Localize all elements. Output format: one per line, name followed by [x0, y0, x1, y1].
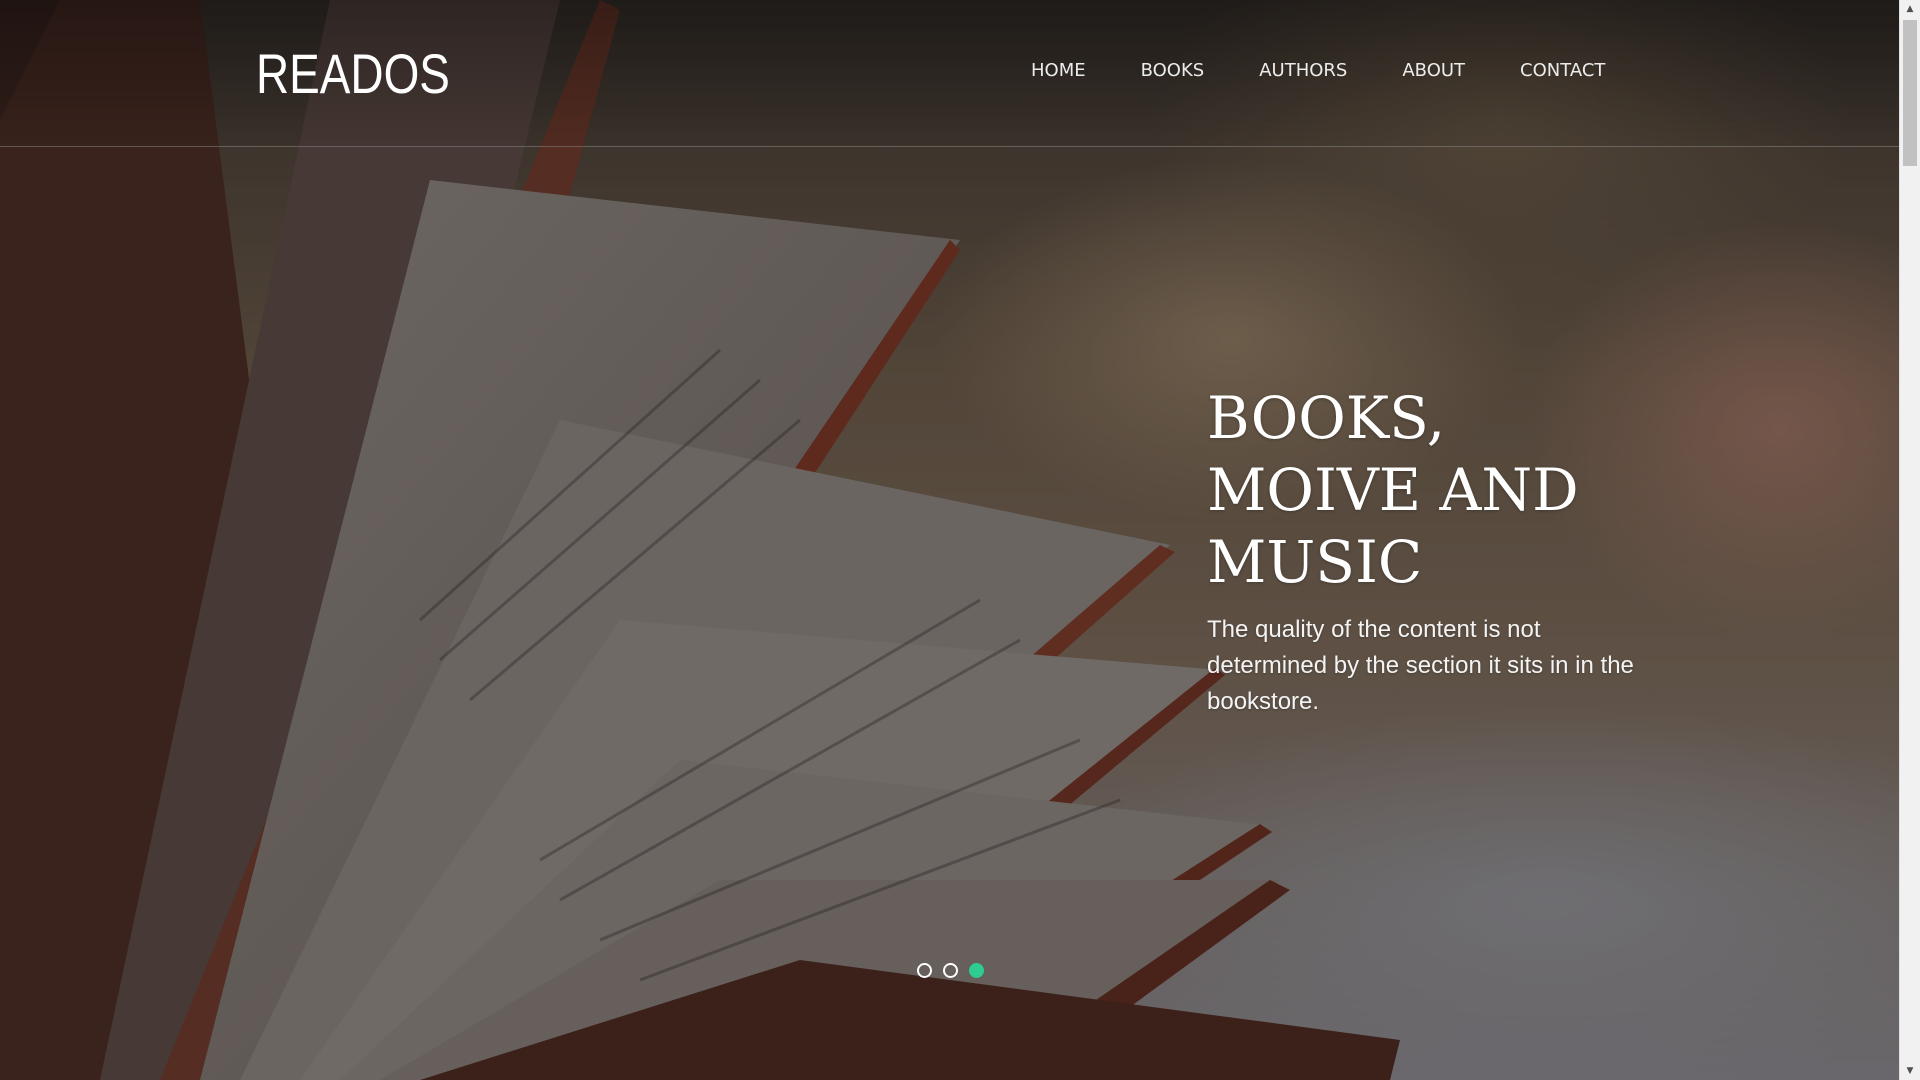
nav-link-contact[interactable]: CONTACT — [1520, 58, 1605, 84]
scrollbar-thumb[interactable] — [1903, 20, 1917, 166]
vertical-scrollbar[interactable]: ▲ ▼ — [1899, 0, 1920, 1080]
nav-link-authors[interactable]: AUTHORS — [1259, 58, 1347, 84]
slider-dot-2[interactable] — [943, 963, 958, 978]
slider-dot-3-active[interactable] — [969, 963, 984, 978]
nav-link-books[interactable]: BOOKS — [1141, 58, 1205, 84]
site-logo[interactable]: READOS — [256, 40, 450, 108]
site-header: READOS HOME BOOKS AUTHORS ABOUT CONTACT — [0, 0, 1900, 147]
browser-viewport: READOS HOME BOOKS AUTHORS ABOUT CONTACT … — [0, 0, 1920, 1080]
hero-caption: BOOKS, MOIVE AND MUSIC The quality of th… — [1207, 382, 1647, 720]
hero-title: BOOKS, MOIVE AND MUSIC — [1207, 384, 1579, 596]
main-nav: HOME BOOKS AUTHORS ABOUT CONTACT — [1031, 58, 1605, 84]
slider-dot-1[interactable] — [917, 963, 932, 978]
nav-link-home[interactable]: HOME — [1031, 58, 1086, 84]
slider-pagination — [917, 963, 984, 978]
hero-subtitle: The quality of the content is not determ… — [1207, 616, 1634, 715]
chevron-up-icon[interactable]: ▲ — [1900, 0, 1920, 18]
chevron-down-icon[interactable]: ▼ — [1900, 1062, 1920, 1080]
nav-link-about[interactable]: ABOUT — [1402, 58, 1465, 84]
